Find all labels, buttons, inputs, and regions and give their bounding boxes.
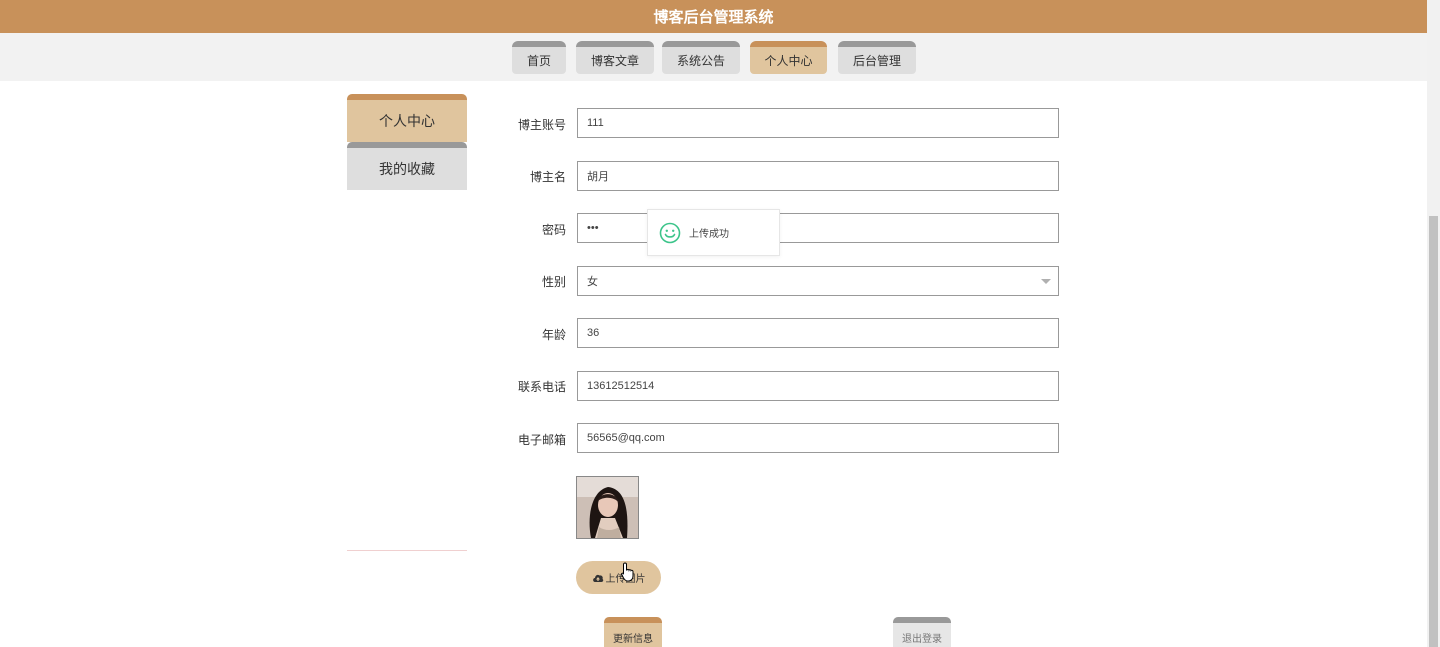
logout-button[interactable]: 退出登录 (893, 617, 951, 647)
age-field[interactable]: 36 (577, 318, 1059, 348)
app-header: 博客后台管理系统 (0, 0, 1427, 33)
chevron-down-icon (1041, 279, 1051, 284)
cloud-upload-icon (592, 574, 603, 582)
tab-blog-articles[interactable]: 博客文章 (576, 41, 654, 74)
tab-label: 个人中心 (764, 54, 813, 68)
account-value: 111 (587, 117, 604, 129)
name-field[interactable]: 胡月 (577, 161, 1059, 191)
age-value: 36 (587, 327, 600, 339)
tab-announcements[interactable]: 系统公告 (662, 41, 740, 74)
tab-label: 后台管理 (852, 54, 901, 68)
page-title: 博客后台管理系统 (653, 8, 774, 26)
scrollbar[interactable] (1427, 0, 1440, 647)
name-label: 博主名 (529, 170, 566, 184)
success-toast: 上传成功 (647, 209, 780, 256)
avatar (576, 476, 639, 539)
password-label: 密码 (541, 223, 566, 237)
tab-home[interactable]: 首页 (512, 41, 566, 74)
gender-select[interactable]: 女 (577, 266, 1059, 296)
logout-button-label: 退出登录 (902, 633, 942, 645)
gender-label: 性别 (541, 275, 566, 289)
phone-label: 联系电话 (517, 380, 566, 394)
sidebar-item-label: 我的收藏 (379, 162, 435, 178)
tab-personal-center[interactable]: 个人中心 (750, 41, 827, 74)
sidebar-item-label: 个人中心 (379, 114, 435, 130)
hand-cursor-icon (621, 562, 634, 582)
toast-message: 上传成功 (689, 229, 729, 240)
phone-field[interactable]: 13612512514 (577, 371, 1059, 401)
top-nav: 首页 博客文章 系统公告 个人中心 后台管理 (0, 33, 1427, 81)
tab-label: 系统公告 (676, 54, 725, 68)
scrollbar-thumb[interactable] (1429, 216, 1438, 647)
email-value: 56565@qq.com (587, 432, 665, 444)
update-info-button[interactable]: 更新信息 (604, 617, 662, 647)
email-label: 电子邮箱 (517, 433, 566, 447)
email-field[interactable]: 56565@qq.com (577, 423, 1059, 453)
name-value: 胡月 (587, 171, 609, 183)
password-value: ••• (587, 222, 599, 234)
tab-label: 首页 (526, 54, 551, 68)
account-label: 博主账号 (517, 118, 566, 132)
phone-value: 13612512514 (587, 380, 655, 392)
account-field[interactable]: 111 (577, 108, 1059, 138)
update-button-label: 更新信息 (613, 633, 653, 645)
tab-label: 博客文章 (590, 54, 639, 68)
smile-icon (659, 222, 681, 243)
age-label: 年龄 (541, 328, 566, 342)
gender-value: 女 (587, 276, 598, 288)
upload-image-button[interactable]: 上传图片 (576, 561, 661, 594)
tab-admin[interactable]: 后台管理 (838, 41, 916, 74)
sidebar-divider (347, 550, 467, 551)
avatar-photo (577, 477, 638, 538)
